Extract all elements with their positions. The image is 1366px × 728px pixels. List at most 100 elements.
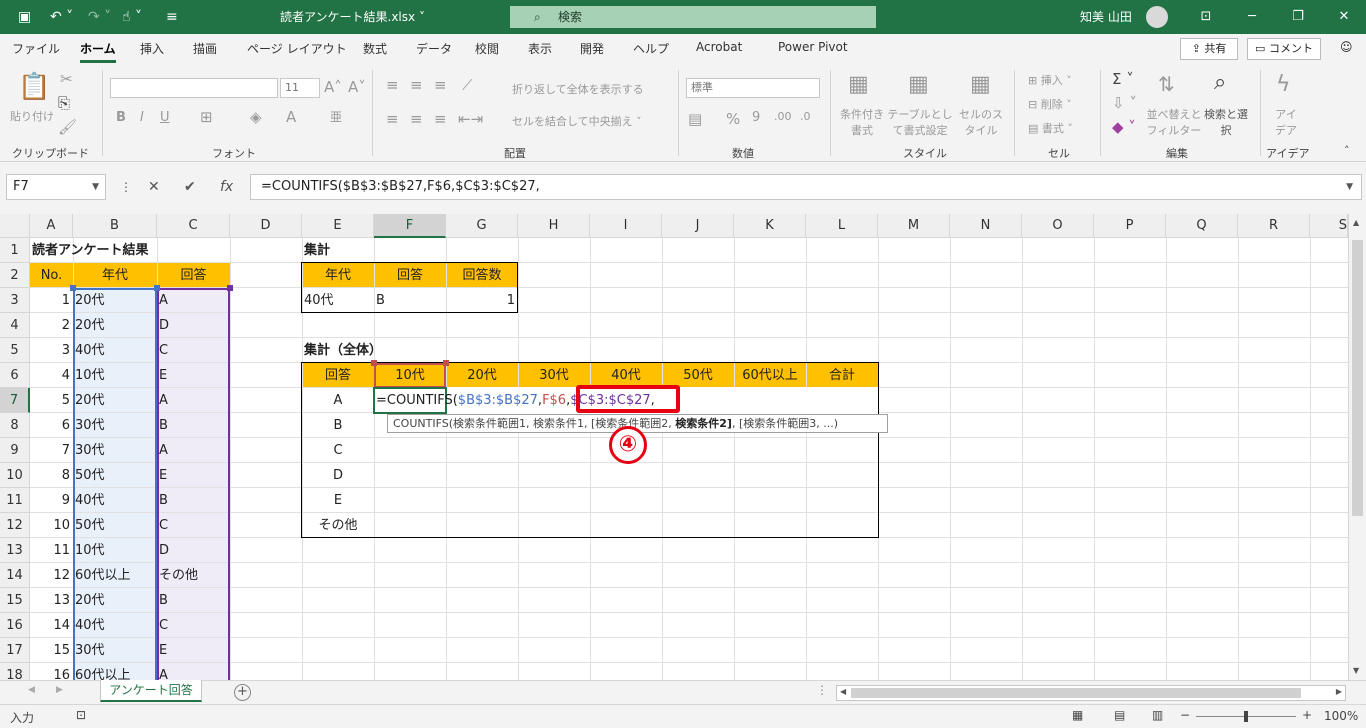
align-right-icon[interactable]: ≡ — [434, 110, 447, 128]
range-handle[interactable] — [443, 360, 449, 366]
row-header[interactable]: 1 — [0, 238, 30, 263]
column-header[interactable]: R — [1238, 214, 1310, 238]
collapse-ribbon-icon[interactable]: ˄ — [1344, 144, 1350, 157]
scroll-left-icon[interactable]: ◀ — [840, 687, 846, 696]
conditional-format-icon[interactable]: ▦ — [848, 72, 869, 97]
tab-view[interactable]: 表示 — [528, 40, 552, 57]
tab-insert[interactable]: 挿入 — [140, 40, 164, 57]
format-table-icon[interactable]: ▦ — [908, 72, 929, 97]
comma-icon[interactable]: 9 — [752, 110, 760, 125]
prev-sheet-icon[interactable]: ◀ — [28, 685, 35, 695]
orientation-icon[interactable]: ⟋ — [462, 76, 473, 94]
tab-home[interactable]: ホーム — [80, 40, 116, 63]
cell-style-icon[interactable]: ▦ — [970, 72, 991, 97]
zoom-slider-thumb[interactable] — [1244, 711, 1248, 722]
currency-icon[interactable]: ▤ — [688, 110, 702, 128]
column-header[interactable]: A — [30, 214, 73, 238]
format-cells-button[interactable]: ▤ 書式 ˅ — [1028, 120, 1073, 136]
tab-help[interactable]: ヘルプ — [633, 40, 669, 57]
tab-developer[interactable]: 開発 — [580, 40, 604, 57]
row-header[interactable]: 4 — [0, 313, 30, 338]
column-header[interactable]: B — [73, 214, 157, 238]
row-header[interactable]: 9 — [0, 438, 30, 463]
ideas-icon[interactable]: ϟ — [1276, 72, 1291, 97]
italic-icon[interactable]: I — [140, 110, 144, 125]
align-center-icon[interactable]: ≡ — [410, 110, 423, 128]
touch-mode-icon[interactable]: ☝ ˅ — [122, 0, 142, 34]
column-header[interactable]: K — [734, 214, 806, 238]
increase-decimal-icon[interactable]: .00 — [774, 110, 792, 123]
tab-file[interactable]: ファイル — [12, 40, 60, 57]
column-header[interactable]: E — [302, 214, 374, 238]
format-painter-icon[interactable]: 🖌 — [58, 118, 77, 136]
row-header[interactable]: 17 — [0, 638, 30, 663]
cell-style-label[interactable]: セルのスタイル — [954, 106, 1008, 138]
fill-icon[interactable]: ⇩ ˅ — [1112, 94, 1137, 112]
merge-center-button[interactable]: セルを結合して中央揃え ˅ — [512, 113, 642, 129]
tab-acrobat[interactable]: Acrobat — [696, 40, 742, 54]
decrease-decimal-icon[interactable]: .0 — [800, 110, 811, 123]
zoom-in-icon[interactable]: + — [1302, 708, 1312, 722]
column-header[interactable]: D — [230, 214, 302, 238]
format-table-label[interactable]: テーブルとして書式設定 — [884, 106, 956, 138]
row-header[interactable]: 6 — [0, 363, 30, 388]
number-format-box[interactable]: 標準 — [686, 78, 820, 98]
align-top-icon[interactable]: ≡ — [386, 76, 399, 94]
insert-function-icon[interactable]: fx — [220, 174, 233, 200]
zoom-out-icon[interactable]: − — [1180, 708, 1190, 722]
delete-cells-button[interactable]: ⊟ 削除 ˅ — [1028, 96, 1072, 112]
horizontal-scrollbar[interactable]: ◀ ▶ — [836, 685, 1346, 701]
tab-power-pivot[interactable]: Power Pivot — [778, 40, 848, 54]
row-header[interactable]: 7 — [0, 388, 30, 413]
tab-data[interactable]: データ — [416, 40, 452, 57]
tab-draw[interactable]: 描画 — [193, 40, 217, 57]
tab-page-layout[interactable]: ページ レイアウト — [247, 40, 347, 57]
add-sheet-icon[interactable]: + — [234, 684, 251, 701]
zoom-level[interactable]: 100% — [1324, 709, 1358, 723]
wrap-text-button[interactable]: 折り返して全体を表示する — [512, 81, 644, 97]
page-layout-view-icon[interactable]: ▤ — [1114, 708, 1125, 722]
macro-record-icon[interactable]: ⊡ — [76, 708, 86, 722]
insert-cells-button[interactable]: ⊞ 挿入 ˅ — [1028, 72, 1072, 88]
find-select-icon[interactable]: ⌕ — [1214, 70, 1226, 95]
sheet-tab[interactable]: アンケート回答 — [100, 680, 202, 702]
row-header[interactable]: 14 — [0, 563, 30, 588]
row-header[interactable]: 12 — [0, 513, 30, 538]
vertical-scrollbar[interactable]: ▲ ▼ — [1348, 214, 1366, 680]
copy-icon[interactable]: ⎘ — [58, 94, 70, 112]
align-middle-icon[interactable]: ≡ — [410, 76, 423, 94]
close-icon[interactable]: ✕ — [1324, 0, 1364, 34]
phonetic-icon[interactable]: 亜 — [330, 108, 342, 125]
border-icon[interactable]: ⊞ — [200, 108, 213, 126]
column-header[interactable]: L — [806, 214, 878, 238]
row-header[interactable]: 10 — [0, 463, 30, 488]
row-header[interactable]: 18 — [0, 663, 30, 680]
normal-view-icon[interactable]: ▦ — [1072, 708, 1083, 722]
comment-button[interactable]: ▭ コメント — [1247, 38, 1321, 60]
worksheet-grid[interactable]: A B C D E F G H I J K L M N O P Q R S 1 … — [0, 214, 1366, 680]
customize-qat-icon[interactable]: ≡ — [166, 0, 178, 34]
scroll-down-icon[interactable]: ▼ — [1353, 666, 1359, 675]
column-header[interactable]: N — [950, 214, 1022, 238]
select-all-corner[interactable] — [0, 214, 30, 238]
fill-color-icon[interactable]: ◈ — [250, 108, 262, 126]
save-icon[interactable]: ▣ — [18, 0, 31, 34]
increase-font-icon[interactable]: A˄ — [324, 78, 342, 96]
restore-icon[interactable]: ❐ — [1278, 0, 1318, 34]
ribbon-display-icon[interactable]: ⊡ — [1186, 0, 1226, 34]
file-name[interactable]: 読者アンケート結果.xlsx ˅ — [280, 0, 425, 34]
conditional-format-label[interactable]: 条件付き書式 — [838, 106, 886, 138]
column-header[interactable]: C — [157, 214, 230, 238]
decrease-font-icon[interactable]: A˅ — [348, 78, 366, 96]
row-header[interactable]: 5 — [0, 338, 30, 363]
row-header[interactable]: 16 — [0, 613, 30, 638]
column-header[interactable]: P — [1094, 214, 1166, 238]
font-color-icon[interactable]: A — [286, 108, 296, 126]
search-box[interactable]: ⌕ 検索 — [510, 6, 876, 28]
align-bottom-icon[interactable]: ≡ — [434, 76, 447, 94]
scroll-thumb[interactable] — [851, 688, 1301, 698]
autosum-icon[interactable]: Σ ˅ — [1112, 70, 1134, 88]
formula-input[interactable]: =COUNTIFS($B$3:$B$27,F$6,$C$3:$C$27, ▼ — [250, 174, 1362, 200]
column-header[interactable]: Q — [1166, 214, 1238, 238]
sort-filter-icon[interactable]: ⇅ — [1158, 72, 1175, 96]
